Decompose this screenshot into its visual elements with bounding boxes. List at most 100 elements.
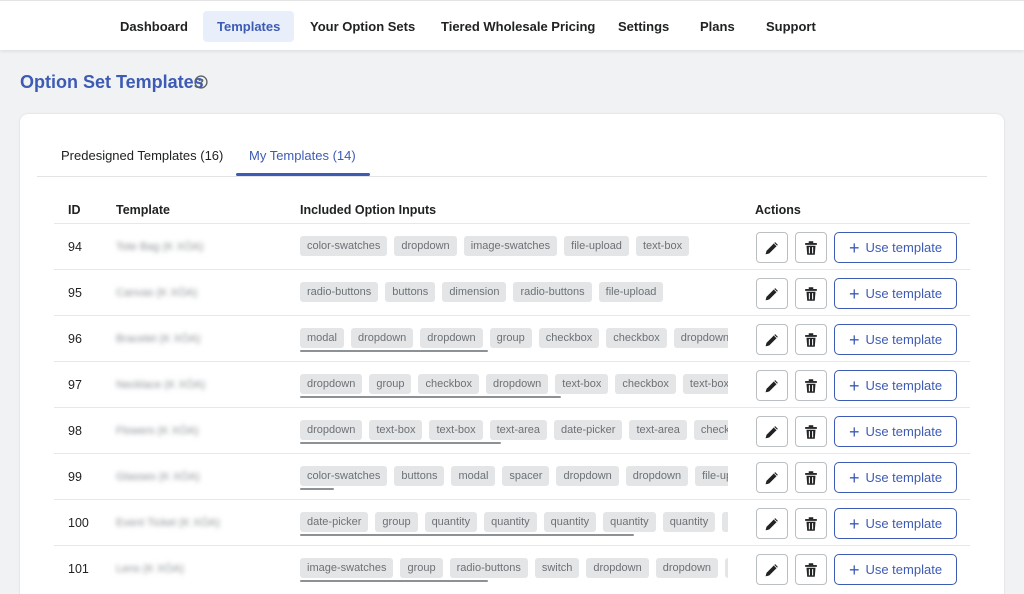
option-inputs-scrollbar[interactable] — [300, 488, 334, 490]
option-input-tag: text-area — [489, 420, 548, 440]
edit-button[interactable] — [756, 554, 788, 585]
use-template-button[interactable]: + Use template — [834, 324, 957, 355]
use-template-button[interactable]: + Use template — [834, 554, 957, 585]
nav-tiered-wholesale-pricing[interactable]: Tiered Wholesale Pricing — [427, 11, 609, 42]
option-inputs-list[interactable]: color-swatches dropdown image-swatches file… — [300, 236, 728, 262]
delete-button[interactable] — [795, 324, 827, 355]
use-template-label: Use template — [865, 470, 943, 485]
option-input-tag: dropdown — [556, 466, 619, 486]
template-name: Flowers (K XÓA) — [116, 425, 199, 437]
plus-icon: + — [848, 513, 860, 534]
use-template-button[interactable]: + Use template — [834, 232, 957, 263]
template-name: Necklace (K XÓA) — [116, 379, 206, 391]
plus-icon: + — [848, 467, 860, 488]
use-template-label: Use template — [865, 240, 943, 255]
use-template-label: Use template — [865, 378, 943, 393]
use-template-button[interactable]: + Use template — [834, 416, 957, 447]
delete-button[interactable] — [795, 462, 827, 493]
option-inputs-scrollbar[interactable] — [300, 350, 488, 352]
pencil-icon — [765, 517, 778, 530]
template-id: 95 — [68, 286, 82, 300]
option-input-tag: image-swatches — [463, 236, 558, 256]
table-row: 94 Tote Bag (K XÓA) color-swatches dropdown… — [54, 223, 970, 269]
plus-icon: + — [848, 329, 860, 350]
nav-your-option-sets[interactable]: Your Option Sets — [296, 11, 429, 42]
template-id: 101 — [68, 562, 89, 576]
plus-icon: + — [848, 421, 860, 442]
edit-button[interactable] — [756, 416, 788, 447]
option-input-tag: group — [375, 512, 418, 532]
option-input-tag: text-box — [369, 420, 423, 440]
nav-dashboard[interactable]: Dashboard — [106, 11, 202, 42]
delete-button[interactable] — [795, 416, 827, 447]
edit-button[interactable] — [756, 508, 788, 539]
delete-button[interactable] — [795, 370, 827, 401]
tab-predesigned-templates[interactable]: Predesigned Templates (16) — [61, 148, 223, 163]
option-input-tag: radio-buttons — [513, 282, 592, 302]
option-input-tag: group — [369, 374, 412, 394]
plus-icon: + — [848, 283, 860, 304]
use-template-button[interactable]: + Use template — [834, 278, 957, 309]
edit-button[interactable] — [756, 370, 788, 401]
option-inputs-scrollbar[interactable] — [300, 534, 634, 536]
use-template-button[interactable]: + Use template — [834, 370, 957, 401]
nav-plans[interactable]: Plans — [686, 11, 749, 42]
option-input-tag: radio-buttons — [449, 558, 528, 578]
trash-icon — [805, 424, 817, 439]
delete-button[interactable] — [795, 554, 827, 585]
template-id: 94 — [68, 240, 82, 254]
template-name: Canvas (K XÓA) — [116, 287, 198, 299]
option-input-tag: dropdown — [625, 466, 689, 486]
nav-templates[interactable]: Templates — [203, 11, 295, 42]
option-input-tag: checkbox — [615, 374, 676, 394]
help-circle-icon[interactable] — [194, 75, 208, 89]
use-template-label: Use template — [865, 332, 943, 347]
option-inputs-scrollbar[interactable] — [300, 396, 561, 398]
edit-button[interactable] — [756, 278, 788, 309]
option-input-tag: quantity — [484, 512, 537, 532]
option-input-tag: text-box — [635, 236, 690, 256]
use-template-label: Use template — [865, 516, 943, 531]
use-template-button[interactable]: + Use template — [834, 462, 957, 493]
option-input-tag: quantity — [722, 512, 728, 532]
nav-settings[interactable]: Settings — [604, 11, 683, 42]
option-input-tag: dropdown — [655, 558, 719, 578]
template-id: 96 — [68, 332, 82, 346]
option-input-tag: switch — [534, 558, 580, 578]
option-input-tag: modal — [451, 466, 496, 486]
option-input-tag: color-swatches — [300, 236, 388, 256]
delete-button[interactable] — [795, 508, 827, 539]
option-input-tag: dropdown — [350, 328, 414, 348]
option-inputs-list[interactable]: color-swatches buttons modal spacer dropdown… — [300, 466, 728, 492]
option-input-tag: dropdown — [394, 236, 457, 256]
header-included-option-inputs: Included Option Inputs — [300, 203, 437, 217]
template-id: 98 — [68, 424, 82, 438]
option-inputs-list[interactable]: radio-buttons buttons dimension radio-butto… — [300, 282, 728, 308]
option-input-tag: date-picker — [554, 420, 623, 440]
edit-button[interactable] — [756, 232, 788, 263]
use-template-button[interactable]: + Use template — [834, 508, 957, 539]
option-input-tag: quantity — [424, 512, 478, 532]
delete-button[interactable] — [795, 278, 827, 309]
edit-button[interactable] — [756, 462, 788, 493]
nav-support[interactable]: Support — [752, 11, 830, 42]
option-inputs-scrollbar[interactable] — [300, 580, 488, 582]
table-row: 100 Event Ticket (K XÓA) date-picker group q… — [54, 499, 970, 545]
template-id: 100 — [68, 516, 89, 530]
pencil-icon — [765, 563, 778, 576]
template-name: Lens (K XÓA) — [116, 563, 184, 575]
table-row: 98 Flowers (K XÓA) dropdown text-box text-bo… — [54, 407, 970, 453]
delete-button[interactable] — [795, 232, 827, 263]
option-input-tag: group — [489, 328, 532, 348]
option-input-tag: spacer — [502, 466, 550, 486]
option-inputs-scrollbar[interactable] — [300, 442, 501, 444]
tab-my-templates[interactable]: My Templates (14) — [249, 148, 356, 163]
option-input-tag: quantity — [603, 512, 656, 532]
table-row: 101 Lens (K XÓA) image-swatches group radio-… — [54, 545, 970, 591]
option-input-tag: dropdown — [420, 328, 483, 348]
option-input-tag: color-swatches — [300, 466, 388, 486]
header-actions: Actions — [755, 203, 801, 217]
pencil-icon — [765, 425, 778, 438]
option-input-tag: text-box — [429, 420, 483, 440]
edit-button[interactable] — [756, 324, 788, 355]
